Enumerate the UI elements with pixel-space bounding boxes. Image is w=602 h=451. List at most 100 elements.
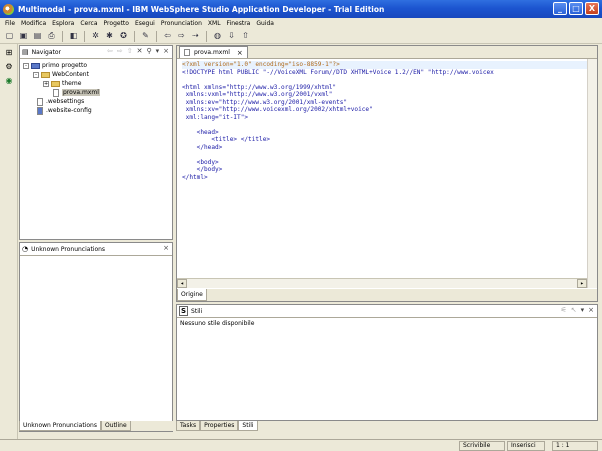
left-bottom-tabs: Unknown Pronunciations Outline [19, 421, 173, 431]
open-type-icon[interactable]: ◧ [67, 30, 80, 42]
forward-icon[interactable]: ⇨ [175, 30, 188, 42]
scroll-left-icon[interactable]: ◂ [177, 279, 187, 288]
editor-bottom-tabs: Origine [177, 289, 597, 301]
nav-icon[interactable]: ⇢ [189, 30, 202, 42]
pin2-icon[interactable]: ⇧ [239, 30, 252, 42]
save-icon[interactable]: ▣ [17, 30, 30, 42]
perspective-bar: ⊞ ⚙ ◉ [0, 44, 18, 439]
styles-message: Nessuno stile disponibile [180, 320, 255, 327]
toolbar: ▢ ▣ ▤ ⎙ ◧ ✲ ✱ ✪ ✎ ⇦ ⇨ ⇢ ◍ ⇩ ⇧ [0, 29, 602, 44]
expand-toggle-icon[interactable]: + [43, 80, 49, 87]
code-line: xmlns:ev="http://www.w3.org/2001/xml-eve… [182, 98, 348, 106]
navigator-close-icon[interactable]: × [163, 47, 169, 55]
navigator-tab-label[interactable]: Navigator [32, 49, 61, 56]
maximize-button[interactable]: □ [569, 2, 583, 15]
styles-tab-label[interactable]: Stili [191, 308, 202, 315]
web-perspective-icon[interactable]: ◉ [3, 75, 15, 86]
external-tools-icon[interactable]: ✪ [117, 30, 130, 42]
tab-origine[interactable]: Origine [177, 289, 207, 301]
project-icon [31, 62, 40, 69]
scroll-right-icon[interactable]: ▸ [577, 279, 587, 288]
folder-icon [51, 80, 60, 87]
forward-nav-icon[interactable]: ⇨ [117, 47, 123, 55]
back-icon[interactable]: ⇦ [161, 30, 174, 42]
tree-item-websettings[interactable]: .websettings [23, 97, 172, 106]
tab-stili[interactable]: Stili [238, 421, 258, 431]
file-icon [184, 49, 190, 56]
styles-panel: S Stili ⚟ ↖ ▾ × Nessuno stile disponibil… [176, 304, 598, 421]
menu-file[interactable]: File [2, 20, 18, 27]
tree-item-webcontent[interactable]: - WebContent [23, 70, 172, 79]
edit-icon[interactable]: ✎ [139, 30, 152, 42]
status-insert: Inserisci [507, 441, 545, 451]
pin-icon[interactable]: ⇩ [225, 30, 238, 42]
pronunciations-tab-label[interactable]: Unknown Pronunciations [31, 246, 105, 253]
up-icon[interactable]: ⇧ [127, 47, 133, 55]
close-button[interactable]: X [585, 2, 599, 15]
horizontal-scrollbar[interactable]: ◂ ▸ [177, 278, 587, 288]
print-icon[interactable]: ⎙ [45, 30, 58, 42]
menu-finestra[interactable]: Finestra [224, 20, 254, 27]
globe-icon[interactable]: ◍ [211, 30, 224, 42]
navigator-tree: - primo progetto - WebContent + theme pr… [20, 59, 172, 115]
tab-outline[interactable]: Outline [100, 421, 131, 431]
collapse-icon[interactable]: ✕ [137, 47, 143, 55]
tab-properties[interactable]: Properties [200, 421, 239, 431]
menu-esegui[interactable]: Esegui [132, 20, 158, 27]
link-icon[interactable]: ⚲ [146, 47, 151, 55]
menu-pronunciation[interactable]: Pronunciation [158, 20, 205, 27]
collapse-toggle-icon[interactable]: - [23, 62, 29, 69]
tab-unknown-pronunciations[interactable]: Unknown Pronunciations [19, 421, 101, 431]
editor-close-icon[interactable]: × [237, 49, 243, 57]
menu-modifica[interactable]: Modifica [18, 20, 49, 27]
code-line: xmlns:vxml="http://www.w3.org/2001/vxml" [182, 91, 333, 98]
status-position: 1 : 1 [552, 441, 598, 451]
code-line: <?xml version="1.0" encoding="iso-8859-1… [182, 61, 597, 69]
tree-item-prova-mxml[interactable]: prova.mxml [23, 88, 172, 97]
debug-icon[interactable]: ✲ [89, 30, 102, 42]
speech-icon: ◔ [22, 245, 29, 253]
styles-menu-icon[interactable]: ▾ [581, 306, 585, 314]
back-nav-icon[interactable]: ⇦ [107, 47, 113, 55]
menu-cerca[interactable]: Cerca [77, 20, 100, 27]
status-bar: Scrivibile Inserisci 1 : 1 [0, 439, 602, 451]
styles-action-icon[interactable]: ⚟ [560, 306, 566, 314]
code-editor[interactable]: <?xml version="1.0" encoding="iso-8859-1… [177, 59, 597, 288]
menu-chevron-icon[interactable]: ▾ [156, 47, 160, 55]
code-line: xml:lang="it-IT"> [182, 113, 249, 121]
menu-esplora[interactable]: Esplora [49, 20, 77, 27]
run-icon[interactable]: ✱ [103, 30, 116, 42]
tab-tasks[interactable]: Tasks [176, 421, 201, 431]
menu-bar: File Modifica Esplora Cerca Progetto Ese… [0, 18, 602, 29]
right-bottom-tabs: Tasks Properties Stili [176, 421, 598, 431]
pointer-icon[interactable]: ↖ [571, 306, 577, 314]
tree-item-website-config[interactable]: .website-config [23, 106, 172, 115]
tree-item-theme[interactable]: + theme [23, 79, 172, 88]
title-bar: Multimodal - prova.mxml - IBM WebSphere … [0, 0, 602, 18]
collapse-toggle-icon[interactable]: - [33, 71, 39, 78]
pronunciations-close-icon[interactable]: × [163, 244, 169, 252]
editor-tab[interactable]: prova.mxml × [179, 46, 248, 58]
new-icon[interactable]: ▢ [3, 30, 16, 42]
code-line: <!DOCTYPE html PUBLIC "-//VoiceXML Forum… [182, 68, 494, 76]
tree-item-project[interactable]: - primo progetto [23, 61, 172, 70]
code-line: </html> [182, 173, 208, 181]
window-title: Multimodal - prova.mxml - IBM WebSphere … [18, 4, 385, 14]
code-line: <body> [182, 158, 219, 166]
menu-progetto[interactable]: Progetto [101, 20, 132, 27]
file-icon [53, 88, 59, 97]
navigator-panel: ▤ Navigator ⇦ ⇨ ⇧ ✕ ⚲ ▾ × - primo proget… [19, 45, 173, 240]
folder-icon [41, 71, 50, 78]
pronunciations-panel: ◔ Unknown Pronunciations × [19, 242, 173, 432]
minimize-button[interactable]: _ [553, 2, 567, 15]
menu-xml[interactable]: XML [205, 20, 224, 27]
save-all-icon[interactable]: ▤ [31, 30, 44, 42]
open-perspective-icon[interactable]: ⊞ [3, 47, 15, 58]
styles-close-icon[interactable]: × [588, 306, 594, 314]
resource-perspective-icon[interactable]: ⚙ [3, 61, 15, 72]
vertical-scrollbar[interactable] [587, 59, 597, 288]
config-file-icon [37, 106, 43, 115]
menu-guida[interactable]: Guida [253, 20, 277, 27]
